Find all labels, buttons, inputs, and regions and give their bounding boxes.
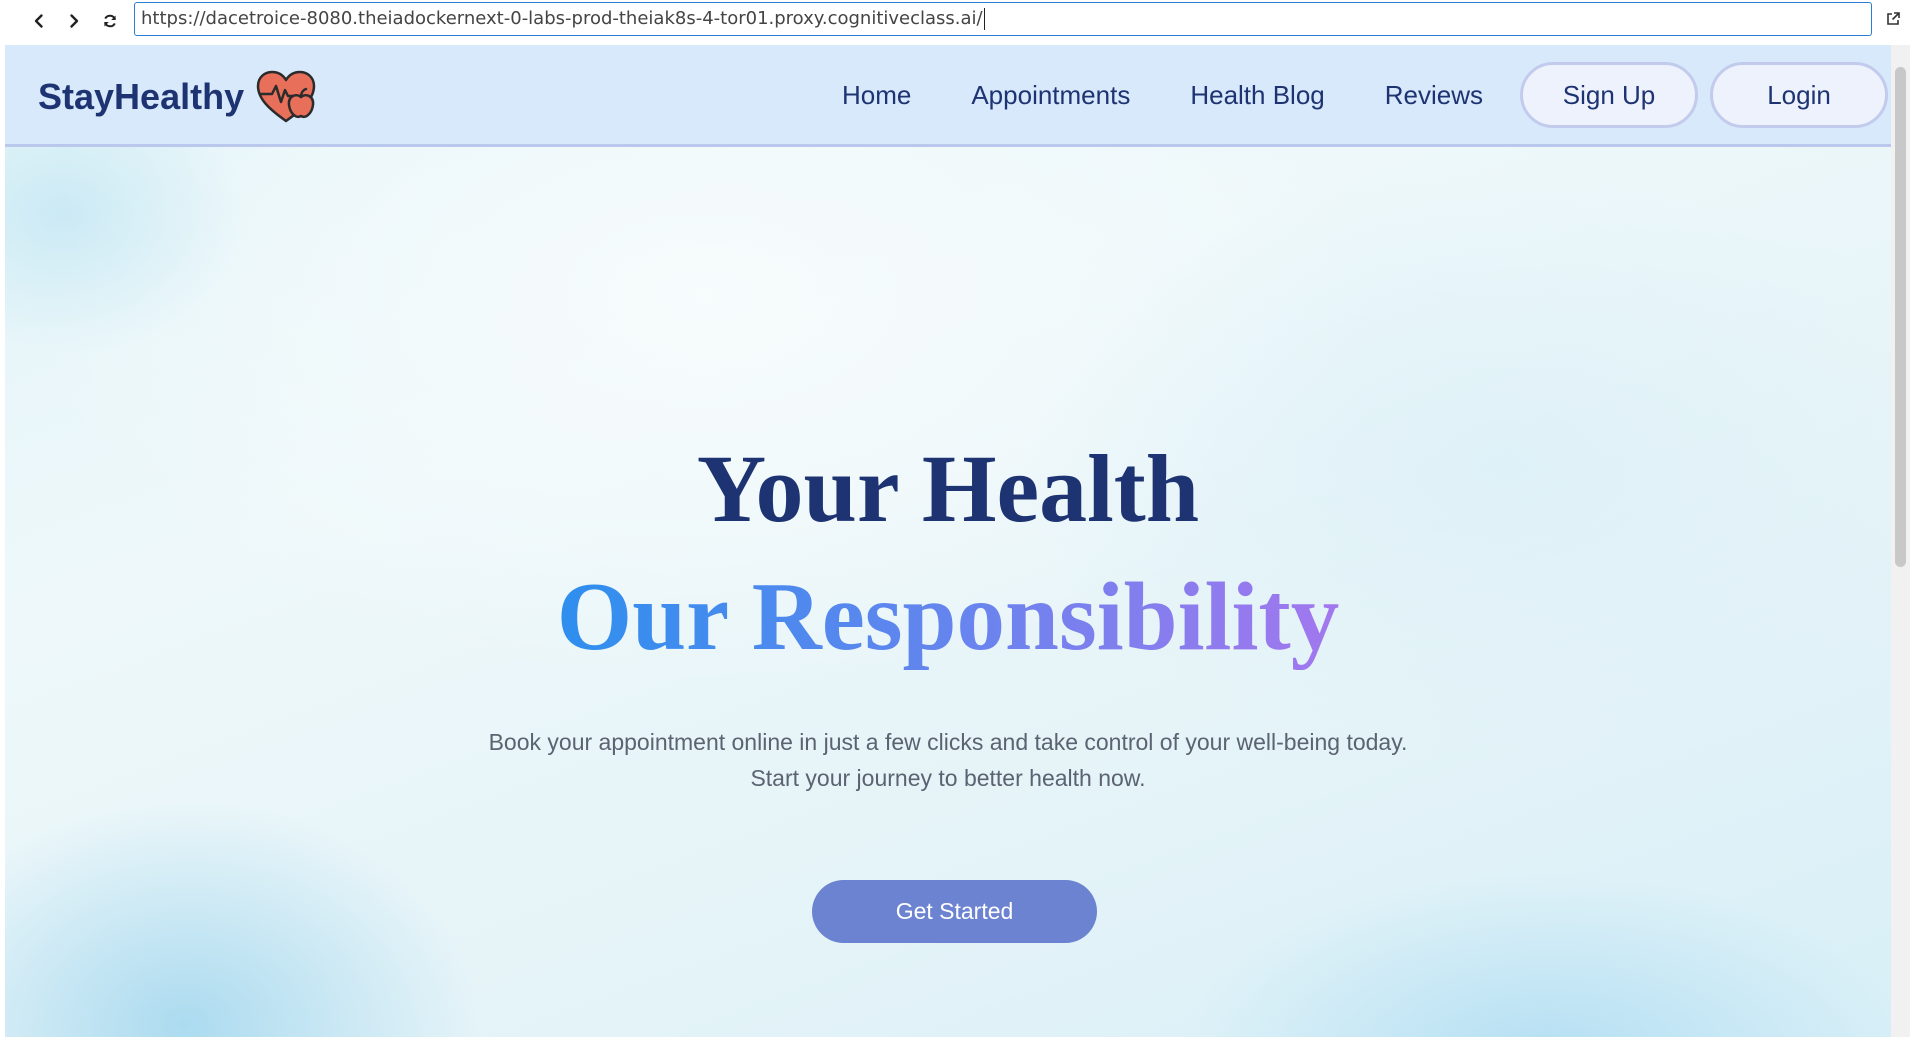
hero-title-gradient-text: Our Responsibility — [556, 563, 1340, 670]
nav-link-appointments[interactable]: Appointments — [971, 80, 1130, 111]
nav-link-home[interactable]: Home — [842, 80, 911, 111]
chevron-right-icon — [70, 14, 79, 28]
sign-up-button[interactable]: Sign Up — [1520, 62, 1698, 128]
hero-subtitle-line-1: Book your appointment online in just a f… — [488, 729, 1408, 755]
browser-toolbar: https://dacetroice-8080.theiadockernext-… — [0, 0, 1910, 45]
back-button[interactable] — [24, 6, 54, 36]
page-viewport: StayHealthy Home Appointments Health Blo… — [5, 45, 1891, 1037]
brand-name: StayHealthy — [38, 76, 245, 117]
scrollbar-thumb[interactable] — [1895, 67, 1906, 567]
get-started-button[interactable]: Get Started — [812, 880, 1097, 943]
page-scrollbar[interactable] — [1891, 45, 1910, 1037]
reload-icon — [104, 14, 116, 28]
url-text: https://dacetroice-8080.theiadockernext-… — [141, 8, 983, 29]
nav-links: Home Appointments Health Blog Reviews Si… — [842, 62, 1891, 128]
url-input[interactable]: https://dacetroice-8080.theiadockernext-… — [134, 2, 1872, 36]
login-button[interactable]: Login — [1710, 62, 1888, 128]
hero-title-line-1: Your Health — [696, 435, 1200, 542]
open-external-button[interactable] — [1880, 6, 1906, 32]
forward-button[interactable] — [59, 6, 89, 36]
brand-logo-link[interactable]: StayHealthy — [38, 67, 318, 127]
hero-subtitle: Book your appointment online in just a f… — [5, 724, 1891, 796]
hero-subtitle-line-2: Start your journey to better health now. — [750, 765, 1146, 791]
heart-pulse-icon — [256, 70, 316, 123]
nav-link-reviews[interactable]: Reviews — [1385, 80, 1483, 111]
reload-button[interactable] — [95, 6, 125, 36]
hero-title-line-2: Our Responsibility — [5, 566, 1891, 668]
site-navbar: StayHealthy Home Appointments Health Blo… — [5, 45, 1891, 147]
chevron-left-icon — [34, 14, 43, 28]
nav-link-health-blog[interactable]: Health Blog — [1190, 80, 1324, 111]
open-external-icon — [1887, 12, 1900, 25]
